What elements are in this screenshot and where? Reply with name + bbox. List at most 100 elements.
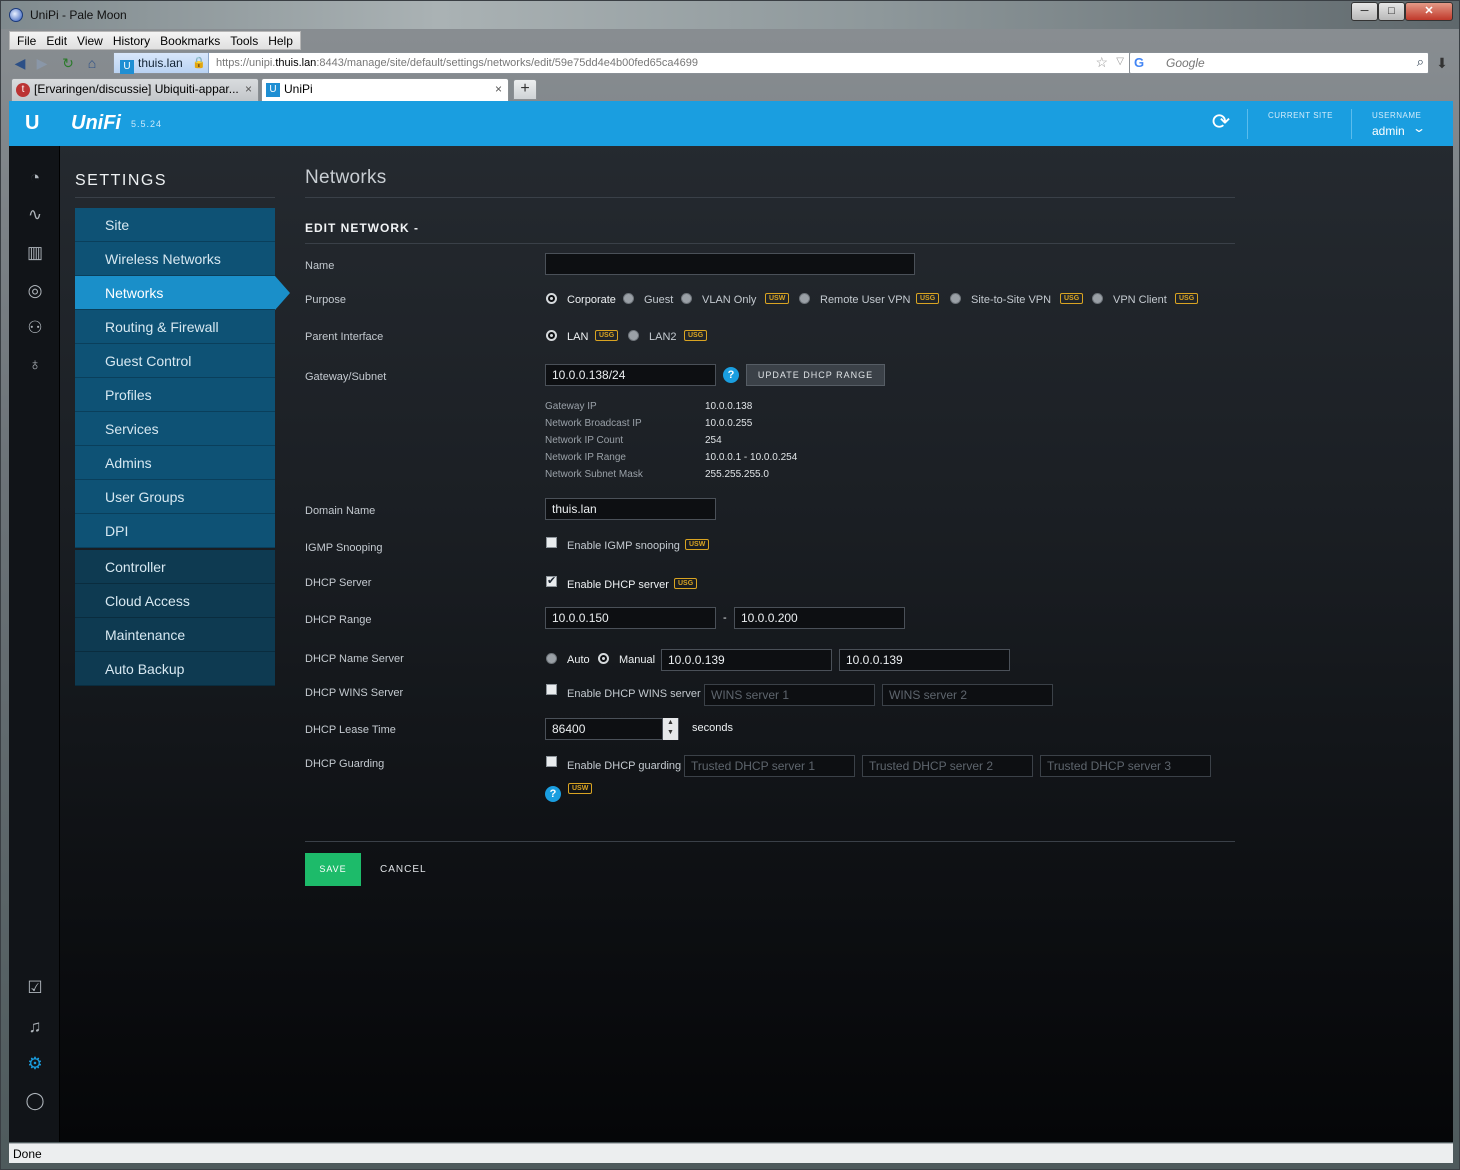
menu-view[interactable]: View: [72, 32, 108, 49]
tab-unipi[interactable]: U UniPi ×: [261, 78, 509, 101]
menu-edit[interactable]: Edit: [41, 32, 72, 49]
search-input[interactable]: Google: [1166, 53, 1205, 73]
events-icon[interactable]: ☑: [23, 976, 47, 1000]
search-icon[interactable]: ⌕: [1417, 54, 1424, 70]
purpose-site-vpn-radio[interactable]: [950, 293, 961, 304]
bookmark-star-icon[interactable]: ☆: [1095, 54, 1108, 71]
statistics-icon[interactable]: ∿: [23, 203, 47, 227]
settings-item-auto-backup[interactable]: Auto Backup: [75, 652, 275, 686]
settings-item-cloud-access[interactable]: Cloud Access: [75, 584, 275, 618]
url-text[interactable]: https://unipi.thuis.lan:8443/manage/site…: [216, 53, 698, 73]
chevron-down-icon[interactable]: ⌄: [1412, 121, 1426, 135]
purpose-corporate-radio[interactable]: [546, 293, 557, 304]
purpose-vpn-client-radio[interactable]: [1092, 293, 1103, 304]
settings-item-wireless-networks[interactable]: Wireless Networks: [75, 242, 275, 276]
insights-icon[interactable]: ♁: [23, 353, 47, 377]
trusted-dhcp-3-input[interactable]: Trusted DHCP server 3: [1040, 755, 1211, 777]
close-button[interactable]: ✕: [1405, 2, 1453, 21]
dhcp-range-end-input[interactable]: 10.0.0.200: [734, 607, 905, 629]
dhcp-guarding-text[interactable]: Enable DHCP guarding: [567, 760, 681, 772]
new-tab-button[interactable]: +: [513, 79, 537, 100]
dhcp-guarding-checkbox[interactable]: [546, 756, 557, 767]
settings-item-dpi[interactable]: DPI: [75, 514, 275, 548]
name-server-auto-label[interactable]: Auto: [567, 654, 590, 666]
settings-item-services[interactable]: Services: [75, 412, 275, 446]
tab-tweakers[interactable]: t [Ervaringen/discussie] Ubiquiti-appar.…: [11, 78, 259, 101]
devices-icon[interactable]: ◎: [23, 279, 47, 303]
purpose-remote-vpn-label[interactable]: Remote User VPN: [820, 294, 910, 306]
download-icon[interactable]: ⬇: [1433, 54, 1451, 72]
menu-tools[interactable]: Tools: [225, 32, 263, 49]
forward-icon[interactable]: ▶: [33, 54, 51, 72]
menu-history[interactable]: History: [108, 32, 155, 49]
lease-time-stepper[interactable]: ▲ ▼: [662, 718, 678, 740]
help-icon[interactable]: ?: [545, 786, 561, 802]
igmp-snooping-text[interactable]: Enable IGMP snooping: [567, 540, 680, 552]
name-input[interactable]: [545, 253, 915, 275]
alerts-icon[interactable]: ♫: [23, 1015, 47, 1039]
settings-item-profiles[interactable]: Profiles: [75, 378, 275, 412]
dashboard-icon[interactable]: ◔: [23, 166, 47, 190]
url-bar[interactable]: Uthuis.lan 🔒 https://unipi.thuis.lan:844…: [113, 52, 1131, 74]
clients-icon[interactable]: ⚇: [23, 316, 47, 340]
maximize-button[interactable]: □: [1378, 2, 1405, 21]
lease-time-input[interactable]: 86400: [545, 718, 679, 740]
back-icon[interactable]: ◀: [11, 54, 29, 72]
name-server-1-input[interactable]: 10.0.0.139: [661, 649, 832, 671]
parent-lan-radio[interactable]: [546, 330, 557, 341]
chat-icon[interactable]: ◯: [23, 1089, 47, 1113]
name-server-manual-radio[interactable]: [598, 653, 609, 664]
purpose-guest-radio[interactable]: [623, 293, 634, 304]
gateway-subnet-input[interactable]: 10.0.0.138/24: [545, 364, 716, 386]
purpose-vpn-client-label[interactable]: VPN Client: [1113, 294, 1167, 306]
purpose-site-vpn-label[interactable]: Site-to-Site VPN: [971, 294, 1051, 306]
menu-bookmarks[interactable]: Bookmarks: [155, 32, 225, 49]
trusted-dhcp-1-input[interactable]: Trusted DHCP server 1: [684, 755, 855, 777]
settings-item-controller[interactable]: Controller: [75, 550, 275, 584]
username-value[interactable]: admin: [1372, 124, 1405, 138]
refresh-icon[interactable]: ⟳: [1209, 110, 1233, 134]
minimize-button[interactable]: ─: [1351, 2, 1378, 21]
purpose-guest-label[interactable]: Guest: [644, 294, 673, 306]
menu-help[interactable]: Help: [263, 32, 298, 49]
google-icon[interactable]: G: [1134, 55, 1144, 70]
settings-item-admins[interactable]: Admins: [75, 446, 275, 480]
cancel-button[interactable]: CANCEL: [380, 853, 427, 886]
search-bar[interactable]: G Google ⌕: [1129, 52, 1429, 74]
wins-server-text[interactable]: Enable DHCP WINS server: [567, 688, 701, 700]
parent-lan2-label[interactable]: LAN2: [649, 331, 677, 343]
trusted-dhcp-2-input[interactable]: Trusted DHCP server 2: [862, 755, 1033, 777]
dhcp-range-start-input[interactable]: 10.0.0.150: [545, 607, 716, 629]
domain-name-input[interactable]: thuis.lan: [545, 498, 716, 520]
purpose-corporate-label[interactable]: Corporate: [567, 294, 616, 306]
parent-lan2-radio[interactable]: [628, 330, 639, 341]
settings-item-site[interactable]: Site: [75, 208, 275, 242]
wins-server-2-input[interactable]: WINS server 2: [882, 684, 1053, 706]
url-dropdown-icon[interactable]: ▽: [1116, 56, 1124, 67]
dhcp-server-checkbox[interactable]: [546, 574, 557, 587]
settings-item-routing-firewall[interactable]: Routing & Firewall: [75, 310, 275, 344]
ubiquiti-logo-icon[interactable]: U: [25, 113, 43, 133]
purpose-remote-vpn-radio[interactable]: [799, 293, 810, 304]
map-icon[interactable]: ▥: [23, 241, 47, 265]
menu-file[interactable]: File: [12, 32, 41, 49]
settings-item-maintenance[interactable]: Maintenance: [75, 618, 275, 652]
wins-server-1-input[interactable]: WINS server 1: [704, 684, 875, 706]
purpose-vlan-only-radio[interactable]: [681, 293, 692, 304]
parent-lan-label[interactable]: LAN: [567, 331, 588, 343]
settings-item-networks[interactable]: Networks: [75, 276, 290, 310]
tab-close-icon[interactable]: ×: [495, 79, 502, 100]
tab-close-icon[interactable]: ×: [245, 79, 252, 100]
settings-item-guest-control[interactable]: Guest Control: [75, 344, 275, 378]
current-site-label[interactable]: CURRENT SITE: [1268, 111, 1333, 120]
name-server-manual-label[interactable]: Manual: [619, 654, 655, 666]
name-server-2-input[interactable]: 10.0.0.139: [839, 649, 1010, 671]
igmp-snooping-checkbox[interactable]: [546, 537, 557, 548]
settings-item-user-groups[interactable]: User Groups: [75, 480, 275, 514]
help-icon[interactable]: ?: [723, 367, 739, 383]
purpose-vlan-only-label[interactable]: VLAN Only: [702, 294, 756, 306]
dhcp-server-text[interactable]: Enable DHCP server: [567, 579, 669, 591]
save-button[interactable]: SAVE: [305, 853, 361, 886]
home-icon[interactable]: ⌂: [83, 54, 101, 72]
update-dhcp-range-button[interactable]: UPDATE DHCP RANGE: [746, 364, 885, 386]
